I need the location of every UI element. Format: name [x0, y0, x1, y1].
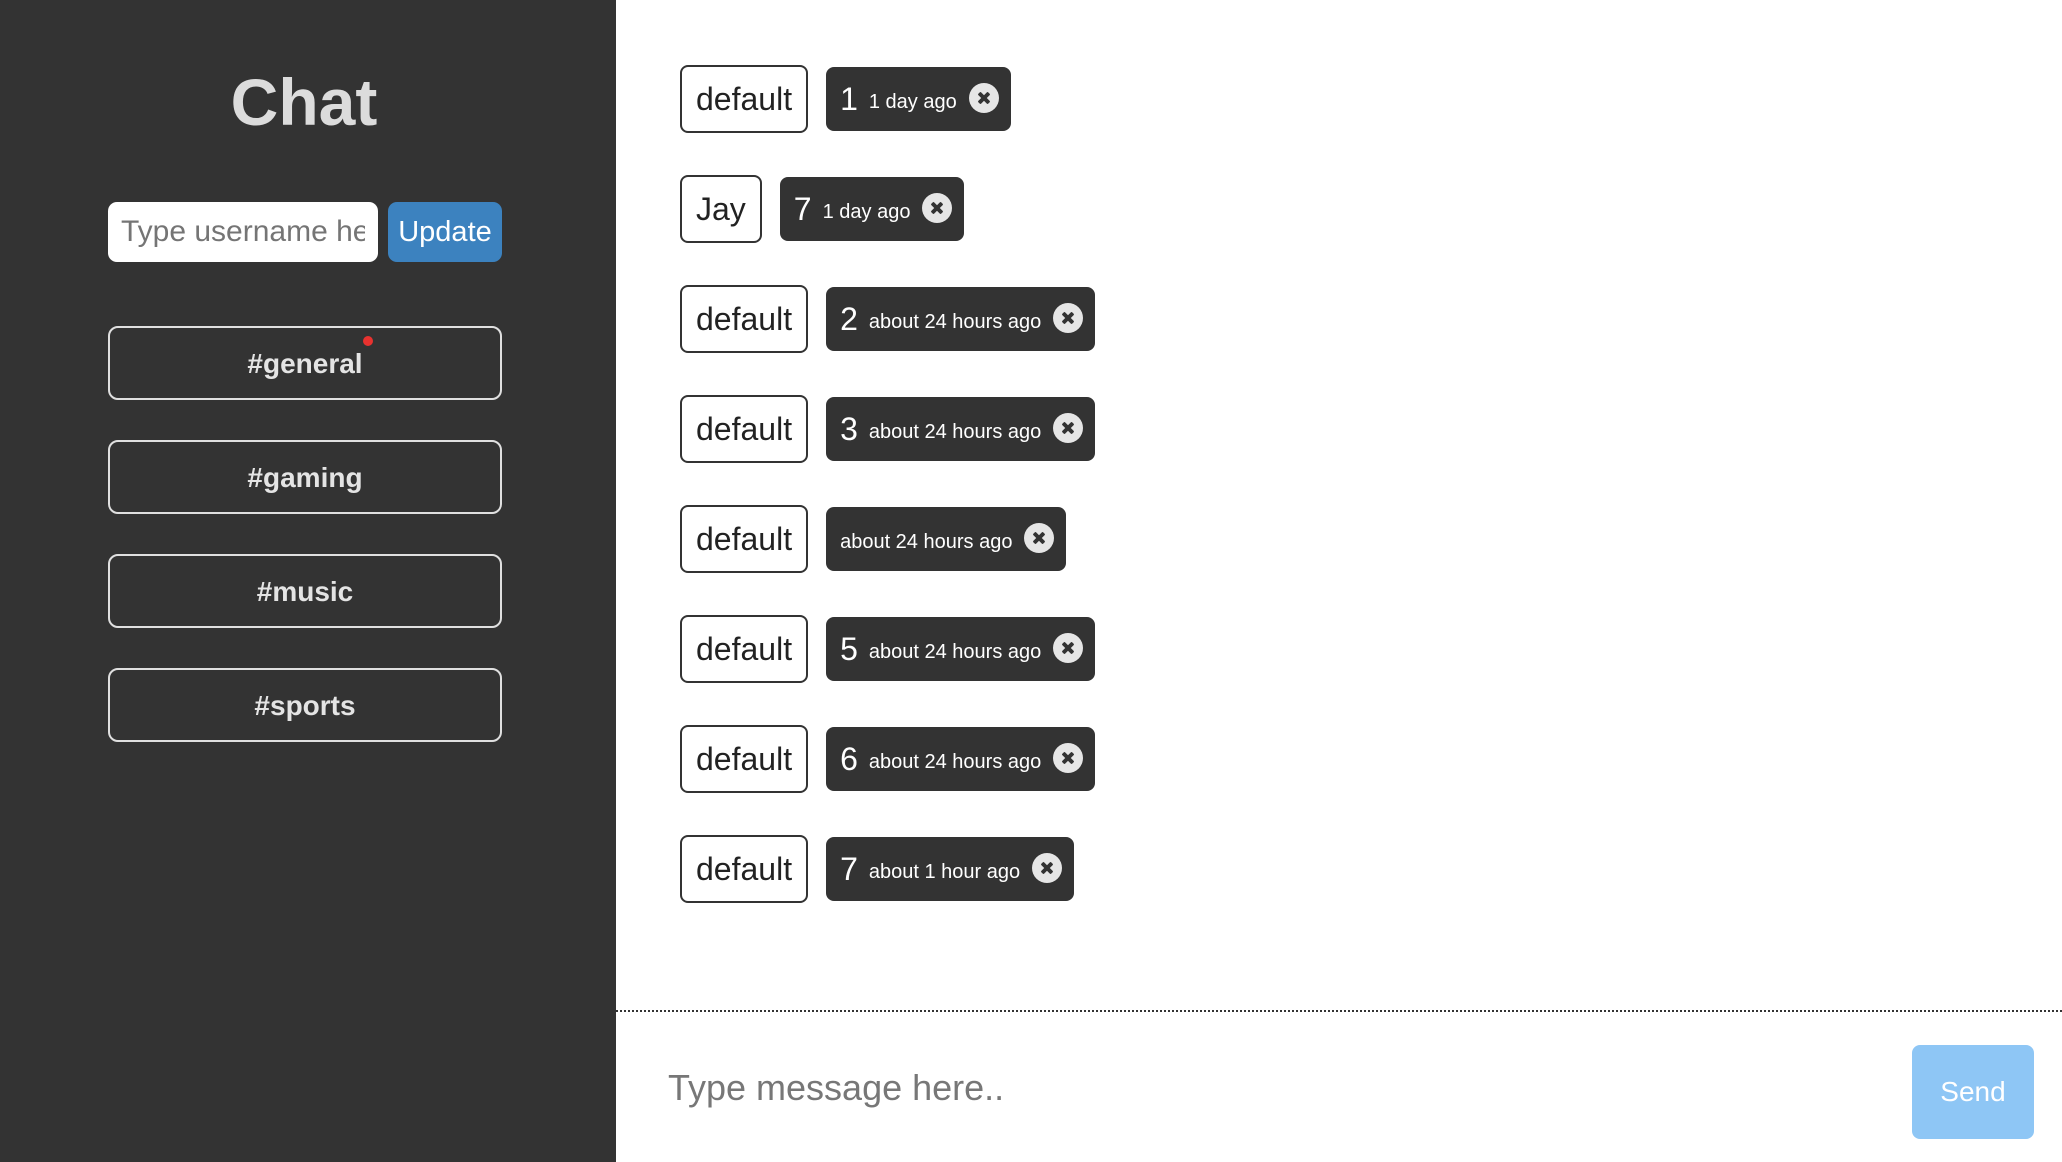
- message-timestamp: about 24 hours ago: [868, 750, 1042, 773]
- message-bubble: 7 1 day ago: [779, 177, 965, 241]
- message-bubble: 6 about 24 hours ago: [826, 727, 1096, 791]
- message-row: default 6 about 24 hours ago: [680, 724, 1096, 794]
- message-row: default 3 about 24 hours ago: [680, 394, 1096, 464]
- message-composer: Send: [616, 1010, 2062, 1162]
- message-text: 7: [793, 190, 812, 227]
- message-text: 5: [840, 630, 858, 667]
- message-bubble: 5 about 24 hours ago: [826, 617, 1096, 681]
- delete-message-icon[interactable]: [1053, 302, 1084, 333]
- message-author: default: [680, 835, 809, 903]
- send-button[interactable]: Send: [1912, 1045, 2034, 1139]
- message-timestamp: about 24 hours ago: [868, 640, 1042, 663]
- sidebar: Chat Update #general #gaming #music #spo…: [0, 0, 616, 1162]
- channel-general[interactable]: #general: [108, 326, 502, 400]
- message-text: 7: [840, 850, 858, 887]
- chat-app: Chat Update #general #gaming #music #spo…: [0, 0, 2062, 1162]
- message-bubble: about 24 hours ago: [826, 507, 1067, 571]
- message-row: Jay 7 1 day ago: [680, 174, 1095, 244]
- message-author: default: [680, 285, 809, 353]
- channel-list: #general #gaming #music #sports: [108, 326, 502, 782]
- message-timestamp: 1 day ago: [822, 200, 911, 223]
- update-button[interactable]: Update: [388, 202, 502, 262]
- delete-message-icon[interactable]: [1024, 522, 1055, 553]
- message-author: default: [680, 615, 809, 683]
- message-bubble: 7 about 1 hour ago: [826, 837, 1075, 901]
- message-author: default: [680, 395, 809, 463]
- delete-message-icon[interactable]: [1053, 632, 1084, 663]
- channel-music[interactable]: #music: [108, 554, 502, 628]
- message-pane: default 1 1 day ago Jay 7 1 day ago defa…: [616, 0, 2062, 1162]
- message-bubble: 3 about 24 hours ago: [826, 397, 1096, 461]
- channel-label: #sports: [254, 690, 356, 721]
- message-timestamp: about 1 hour ago: [868, 860, 1021, 883]
- message-input[interactable]: [666, 1052, 1870, 1124]
- username-form: Update: [108, 202, 502, 262]
- message-list: default 1 1 day ago Jay 7 1 day ago defa…: [680, 64, 1096, 944]
- message-text: 1: [840, 80, 858, 117]
- channel-gaming[interactable]: #gaming: [108, 440, 502, 514]
- delete-message-icon[interactable]: [1053, 412, 1084, 443]
- message-bubble: 1 1 day ago: [826, 67, 1011, 131]
- message-text: 3: [840, 410, 858, 447]
- message-text: 2: [840, 300, 858, 337]
- message-author: Jay: [680, 175, 762, 243]
- delete-message-icon[interactable]: [1053, 742, 1084, 773]
- delete-message-icon[interactable]: [1032, 852, 1063, 883]
- message-author: default: [680, 725, 809, 793]
- message-author: default: [680, 505, 809, 573]
- channel-label: #gaming: [247, 462, 363, 493]
- message-timestamp: 1 day ago: [868, 90, 957, 113]
- message-row: default 7 about 1 hour ago: [680, 834, 1095, 904]
- delete-message-icon[interactable]: [968, 82, 999, 113]
- message-author: default: [680, 65, 809, 133]
- app-title: Chat: [230, 65, 378, 139]
- message-row: default 5 about 24 hours ago: [680, 614, 1096, 684]
- message-row: default about 24 hours ago: [680, 504, 1095, 574]
- message-text: 6: [840, 740, 858, 777]
- unread-dot-icon: [362, 336, 373, 346]
- channel-sports[interactable]: #sports: [108, 668, 502, 742]
- message-timestamp: about 24 hours ago: [868, 420, 1042, 443]
- channel-label: #music: [256, 576, 354, 607]
- username-input[interactable]: [108, 202, 378, 262]
- message-row: default 2 about 24 hours ago: [680, 284, 1096, 354]
- channel-label: #general: [247, 336, 373, 379]
- message-bubble: 2 about 24 hours ago: [826, 287, 1096, 351]
- message-timestamp: about 24 hours ago: [868, 310, 1042, 333]
- message-timestamp: about 24 hours ago: [840, 530, 1013, 553]
- message-row: default 1 1 day ago: [680, 64, 1095, 134]
- delete-message-icon[interactable]: [922, 192, 953, 223]
